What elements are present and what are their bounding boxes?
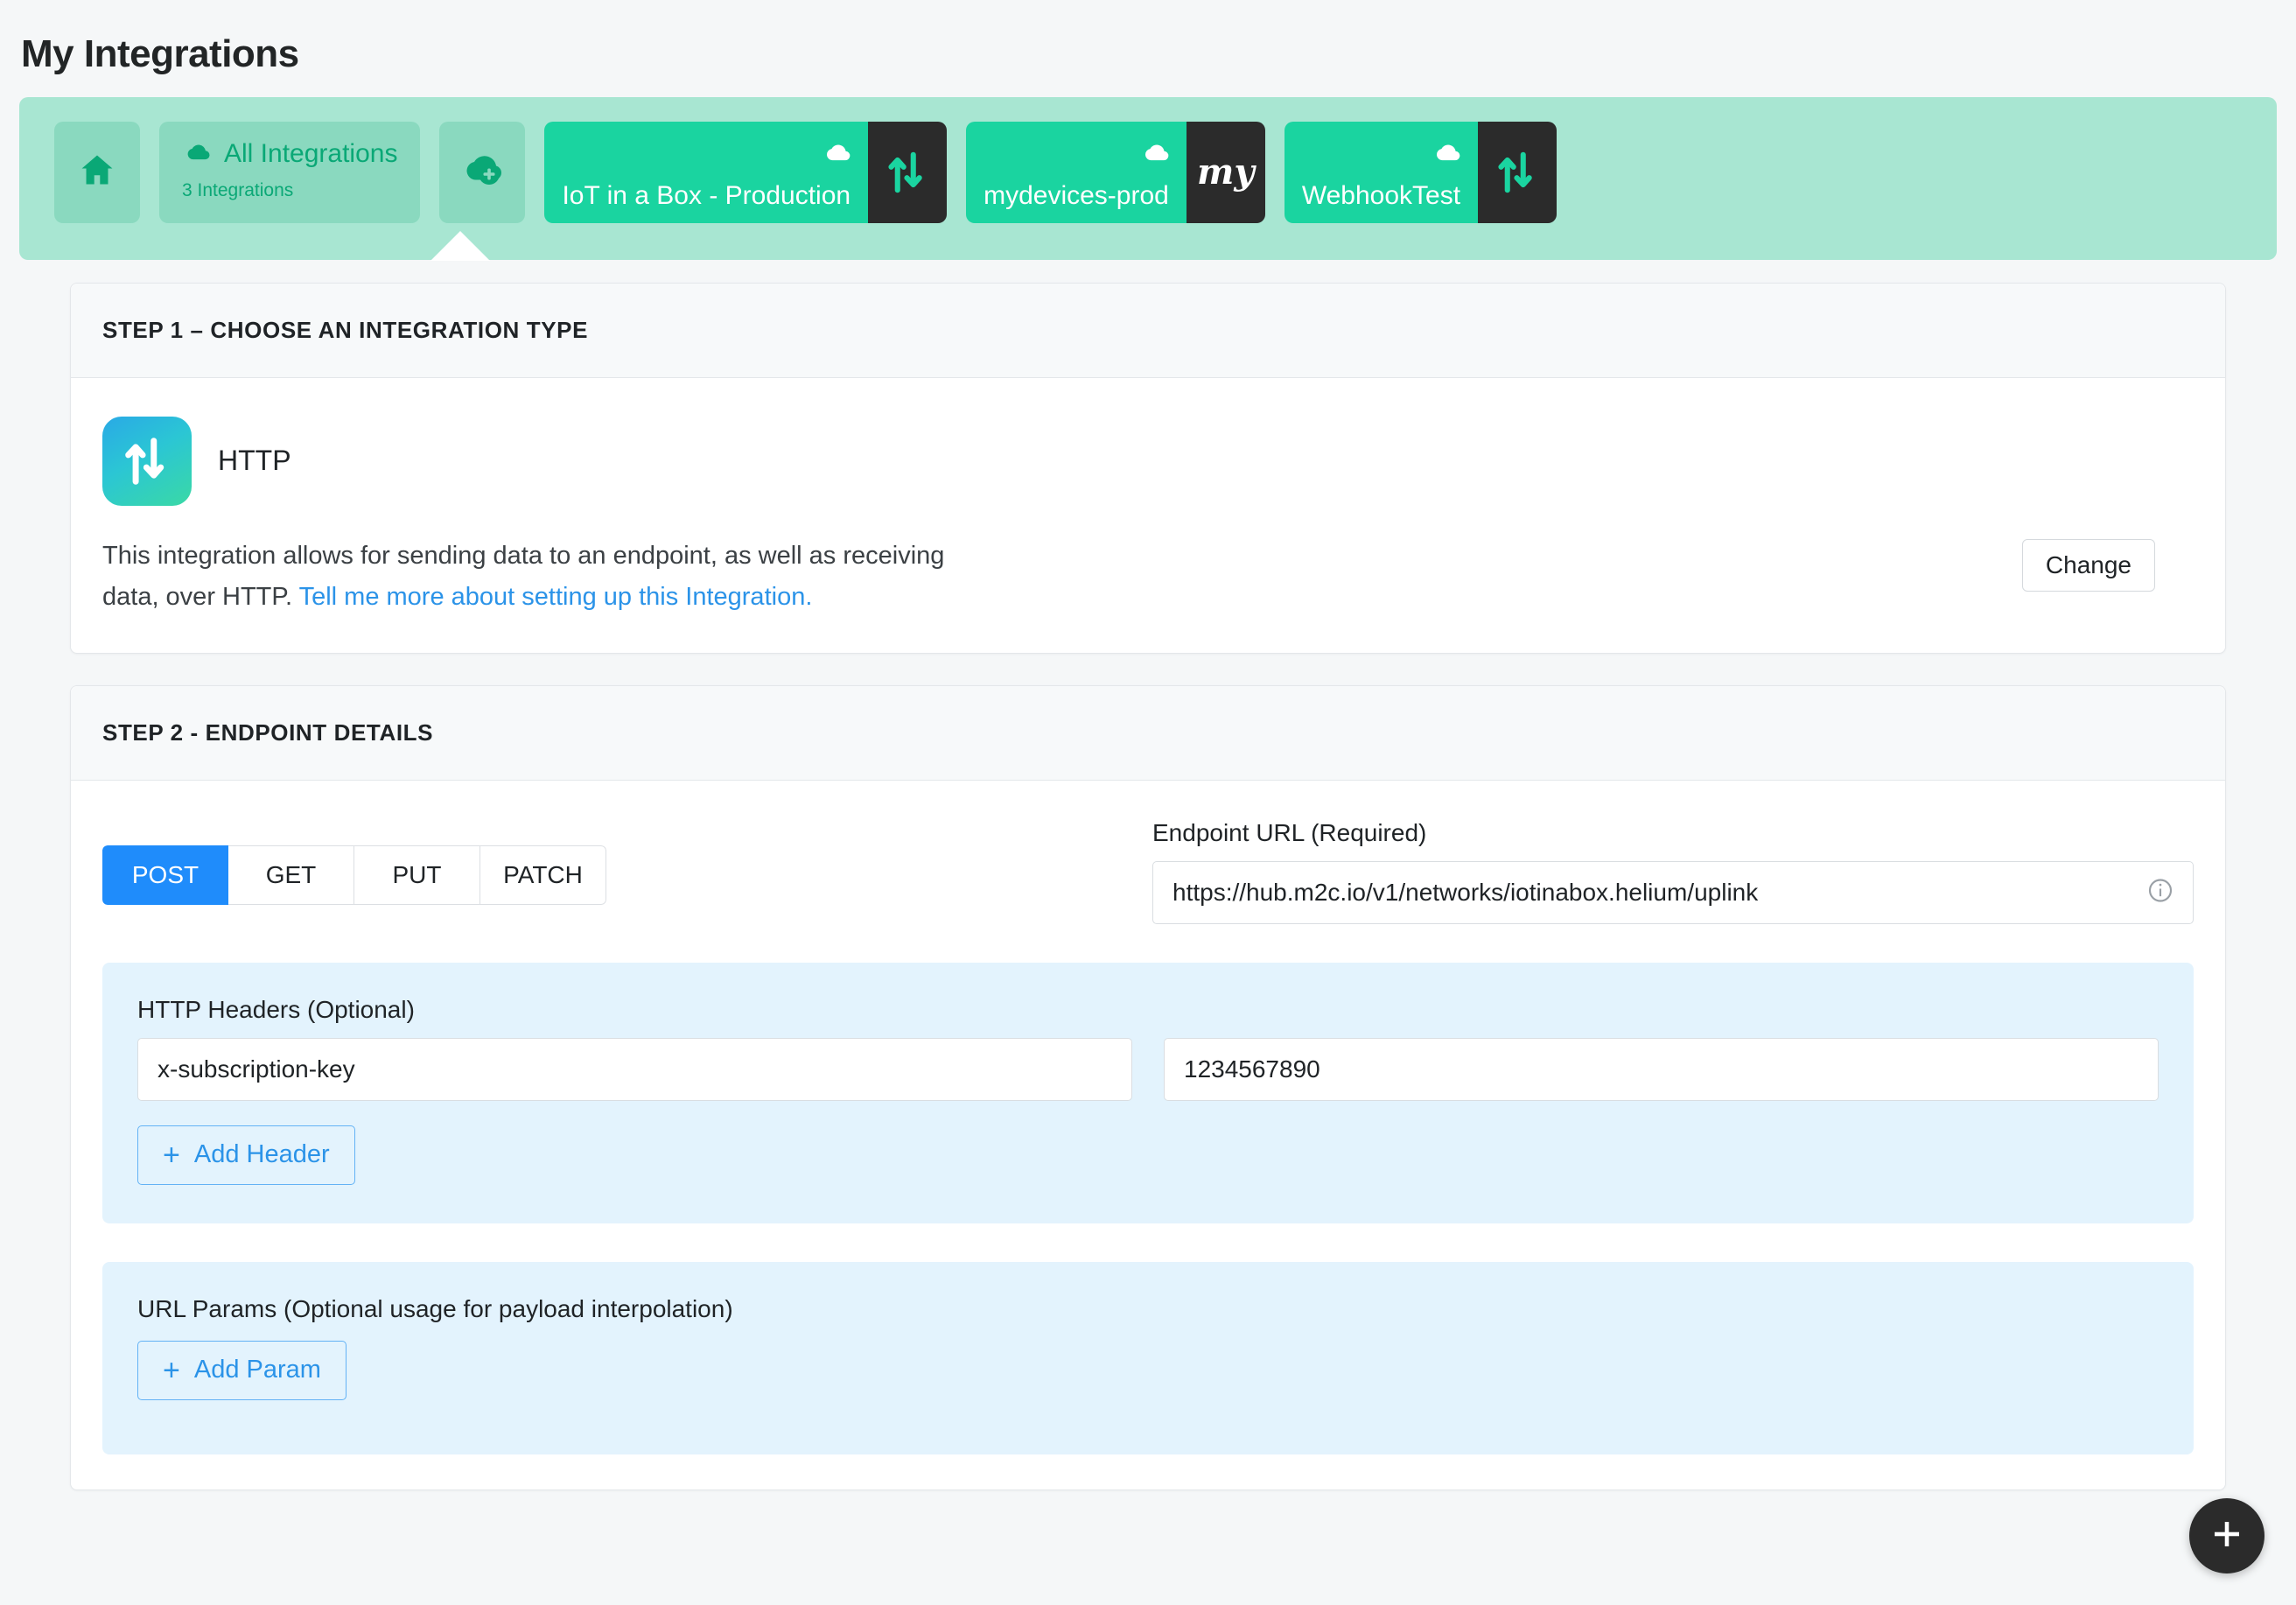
http-header-key-input[interactable]	[137, 1037, 1132, 1101]
integration-chip-logo	[1478, 121, 1558, 223]
integration-chip-logo	[868, 121, 948, 223]
integration-type-name: HTTP	[218, 445, 291, 477]
endpoint-top-row: POST GET PUT PATCH Endpoint URL (Require…	[102, 819, 2194, 924]
info-circle-icon[interactable]	[2146, 876, 2174, 908]
cloud-icon	[1139, 141, 1171, 169]
integration-chip-name: mydevices-prod	[966, 121, 1186, 223]
http-headers-label: HTTP Headers (Optional)	[137, 995, 415, 1023]
integration-chip-label: WebhookTest	[1301, 180, 1461, 210]
integration-chip[interactable]: mydevices-prod my	[966, 121, 1265, 223]
http-header-value-input[interactable]	[1164, 1037, 2159, 1101]
selected-tab-pointer	[430, 230, 490, 261]
page-title: My Integrations	[21, 32, 299, 75]
cloud-plus-icon	[458, 150, 507, 194]
method-tab-get[interactable]: GET	[228, 845, 354, 905]
integration-chip-logo: my	[1186, 121, 1265, 223]
http-arrows-icon	[102, 416, 192, 506]
main-content: STEP 1 – CHOOSE AN INTEGRATION TYPE HTTP…	[0, 260, 2296, 1490]
step2-header: STEP 2 - ENDPOINT DETAILS	[71, 685, 2225, 781]
integration-chip-name: WebhookTest	[1284, 121, 1479, 223]
cloud-icon	[1431, 141, 1462, 169]
plus-icon: +	[163, 1138, 180, 1172]
integrations-bar: All Integrations 3 Integrations IoT in a…	[19, 96, 2277, 261]
add-floating-action-button[interactable]	[2189, 1498, 2264, 1573]
url-params-label: URL Params (Optional usage for payload i…	[137, 1294, 733, 1322]
integrations-bar-wrapper: All Integrations 3 Integrations IoT in a…	[0, 78, 2296, 261]
change-button[interactable]: Change	[2021, 538, 2155, 592]
all-integrations-count: 3 Integrations	[182, 179, 294, 200]
step1-card: STEP 1 – CHOOSE AN INTEGRATION TYPE HTTP…	[70, 282, 2226, 654]
all-integrations-button[interactable]: All Integrations 3 Integrations	[159, 121, 421, 223]
add-param-button[interactable]: + Add Param	[137, 1340, 346, 1400]
integration-help-link[interactable]: Tell me more about setting up this Integ…	[299, 583, 813, 611]
add-header-label: Add Header	[193, 1140, 330, 1169]
http-header-key-cell	[137, 1037, 1132, 1101]
endpoint-url-column: Endpoint URL (Required)	[1152, 819, 2194, 924]
http-arrows-icon	[884, 149, 931, 196]
step2-body: POST GET PUT PATCH Endpoint URL (Require…	[71, 781, 2225, 1489]
integration-chip[interactable]: WebhookTest	[1284, 121, 1558, 223]
step1-header: STEP 1 – CHOOSE AN INTEGRATION TYPE	[71, 283, 2225, 378]
add-header-button[interactable]: + Add Header	[137, 1125, 355, 1185]
endpoint-url-label: Endpoint URL (Required)	[1152, 818, 1427, 846]
http-method-tabs: POST GET PUT PATCH	[102, 845, 606, 905]
plus-icon: +	[163, 1353, 180, 1387]
cloud-icon	[182, 141, 212, 168]
integration-type-row: HTTP	[102, 416, 2194, 506]
integration-chip-label: IoT in a Box - Production	[562, 180, 851, 210]
method-tab-patch[interactable]: PATCH	[480, 845, 606, 905]
method-tab-post[interactable]: POST	[102, 845, 228, 905]
http-headers-row	[137, 1037, 2159, 1101]
http-headers-panel: HTTP Headers (Optional) + Add Header	[102, 962, 2194, 1223]
cloud-icon	[821, 141, 852, 169]
method-tab-put[interactable]: PUT	[354, 845, 480, 905]
all-integrations-title: All Integrations	[224, 139, 398, 169]
url-params-panel: URL Params (Optional usage for payload i…	[102, 1261, 2194, 1454]
step1-body: HTTP This integration allows for sending…	[71, 378, 2225, 653]
http-header-value-cell	[1164, 1037, 2159, 1101]
step2-card: STEP 2 - ENDPOINT DETAILS POST GET PUT P…	[70, 684, 2226, 1490]
add-integration-button[interactable]	[439, 121, 526, 223]
home-icon	[78, 151, 116, 193]
method-selector-column: POST GET PUT PATCH	[102, 819, 1100, 905]
my-script-logo: my	[1197, 151, 1255, 193]
http-arrows-icon	[1494, 149, 1541, 196]
home-button[interactable]	[54, 121, 140, 223]
integration-chip[interactable]: IoT in a Box - Production	[544, 121, 948, 223]
add-param-label: Add Param	[193, 1356, 321, 1384]
integration-chip-label: mydevices-prod	[984, 180, 1169, 210]
endpoint-url-field-wrapper	[1152, 860, 2194, 924]
integration-description: This integration allows for sending data…	[102, 536, 995, 618]
integration-chip-name: IoT in a Box - Production	[544, 121, 869, 223]
endpoint-url-input[interactable]	[1152, 860, 2194, 924]
plus-icon	[2208, 1516, 2245, 1557]
